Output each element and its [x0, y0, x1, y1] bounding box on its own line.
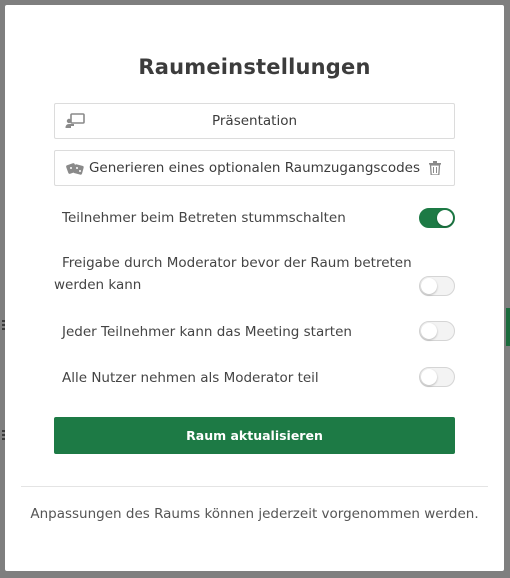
- all-moderators-toggle[interactable]: [419, 367, 455, 387]
- access-code-label: Generieren eines optionalen Raumzugangsc…: [88, 160, 421, 176]
- setting-mute-on-join: Teilnehmer beim Betreten stummschalten: [54, 207, 455, 229]
- setting-anyone-can-start: Jeder Teilnehmer kann das Meeting starte…: [54, 321, 455, 343]
- toggle-knob: [421, 278, 437, 294]
- toggle-knob: [421, 369, 437, 385]
- footer-note: Anpassungen des Raums können jederzeit v…: [30, 506, 479, 522]
- setting-label-text: Freigabe durch Moderator bevor der Raum …: [54, 255, 412, 293]
- setting-all-moderators: Alle Nutzer nehmen als Moderator teil: [54, 367, 455, 389]
- presentation-field[interactable]: Präsentation: [54, 103, 455, 139]
- update-room-button[interactable]: Raum aktualisieren: [54, 417, 455, 454]
- setting-label: Jeder Teilnehmer kann das Meeting starte…: [62, 324, 352, 340]
- access-code-field[interactable]: Generieren eines optionalen Raumzugangsc…: [54, 150, 455, 186]
- presentation-icon: [65, 113, 85, 129]
- moderator-approval-toggle[interactable]: [419, 276, 455, 296]
- dice-icon: [65, 160, 85, 176]
- toggle-knob: [437, 210, 453, 226]
- room-settings-modal: Raumeinstellungen Präsentation Generiere…: [5, 5, 504, 571]
- modal-title: Raumeinstellungen: [138, 55, 371, 79]
- presentation-label: Präsentation: [211, 113, 298, 129]
- setting-label: Alle Nutzer nehmen als Moderator teil: [62, 370, 319, 386]
- setting-label: Freigabe durch Moderator bevor der Raum …: [54, 252, 455, 296]
- toggle-knob: [421, 323, 437, 339]
- setting-moderator-approval: Freigabe durch Moderator bevor der Raum …: [54, 252, 455, 296]
- mute-on-join-toggle[interactable]: [419, 208, 455, 228]
- trash-icon[interactable]: [428, 160, 442, 176]
- background-page-button-edge: [506, 308, 510, 346]
- setting-label: Teilnehmer beim Betreten stummschalten: [62, 210, 346, 226]
- footer-divider: [21, 486, 488, 487]
- anyone-can-start-toggle[interactable]: [419, 321, 455, 341]
